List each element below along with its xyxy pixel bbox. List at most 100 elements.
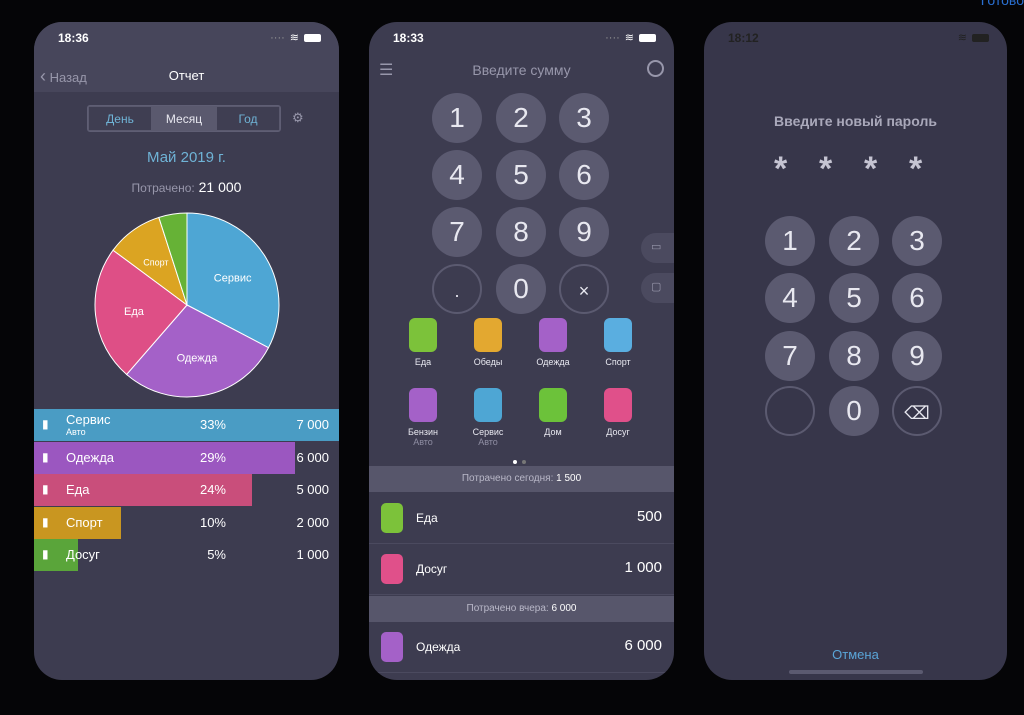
category-row[interactable]: ▮ Сервис Авто 33% 7 000: [34, 409, 339, 441]
category-label: Спорт: [66, 514, 103, 530]
food-icon: ▮: [42, 482, 49, 496]
cancel-button[interactable]: Отмена: [704, 647, 1007, 662]
key-6[interactable]: 6: [559, 150, 609, 200]
key-7[interactable]: 7: [765, 331, 815, 381]
category-label: Спорт: [605, 357, 631, 367]
expense-row[interactable]: Досуг 1 000: [369, 544, 674, 595]
key-2[interactable]: 2: [496, 93, 546, 143]
key-5[interactable]: 5: [496, 150, 546, 200]
page-dot[interactable]: [522, 460, 526, 464]
category-icon: [381, 632, 403, 662]
key-7[interactable]: 7: [432, 207, 482, 257]
category-6[interactable]: Дом: [521, 388, 585, 437]
expense-label: Одежда: [416, 640, 461, 654]
gear-icon[interactable]: ⚙: [292, 110, 304, 126]
key-5[interactable]: 5: [829, 273, 879, 323]
key-8[interactable]: 8: [829, 331, 879, 381]
category-icon: [381, 503, 403, 533]
tab-day[interactable]: День: [89, 107, 151, 130]
today-header: Потрачено сегодня: 1 500: [369, 466, 674, 492]
category-sub: Авто: [413, 437, 433, 447]
passcode-dot: *: [774, 150, 788, 188]
pie-label: Спорт: [143, 258, 168, 268]
key-×[interactable]: ×: [559, 264, 609, 314]
dumbbell-icon: ▮: [42, 514, 49, 529]
expense-row[interactable]: Одежда 6 000: [369, 622, 674, 673]
battery-icon: [639, 33, 656, 42]
category-percent: 24%: [199, 482, 226, 497]
category-label: Досуг: [66, 547, 100, 562]
expense-label: Еда: [416, 511, 438, 525]
category-1[interactable]: Обеды: [456, 318, 520, 367]
expense-amount: 6 000: [624, 637, 662, 654]
category-row[interactable]: ▮ Еда 24% 5 000: [34, 474, 339, 506]
key-4[interactable]: 4: [765, 273, 815, 323]
key-2[interactable]: 2: [829, 216, 879, 266]
status-time: 18:36: [58, 31, 89, 45]
tab-month[interactable]: Месяц: [153, 107, 215, 130]
bowling-icon: ▮: [42, 547, 49, 561]
page-dot-active[interactable]: [513, 460, 517, 464]
category-2[interactable]: Одежда: [521, 318, 585, 367]
category-icon: [409, 388, 437, 422]
category-percent: 29%: [199, 449, 226, 465]
key-1[interactable]: 1: [765, 216, 815, 266]
done-button-partial[interactable]: Готово: [981, 0, 1024, 8]
category-label: Сервис: [472, 427, 504, 437]
key-9[interactable]: 9: [892, 331, 942, 381]
category-percent: 33%: [199, 417, 226, 432]
expense-label: Досуг: [416, 562, 448, 576]
tab-year[interactable]: Год: [217, 107, 279, 130]
category-sub: Авто: [478, 437, 498, 447]
yesterday-label: Потрачено вчера:: [466, 603, 549, 614]
expense-row[interactable]: Еда 500: [369, 493, 674, 544]
key-9[interactable]: 9: [559, 207, 609, 257]
key-8[interactable]: 8: [496, 207, 546, 257]
comment-side-button[interactable]: ▢: [641, 273, 674, 303]
pie-label: Сервис: [214, 272, 252, 284]
expense-amount: 1 000: [624, 559, 662, 576]
passcode-dot: *: [909, 150, 923, 188]
key-1[interactable]: 1: [432, 93, 482, 143]
category-4[interactable]: Бензин Авто: [391, 388, 455, 447]
pie-chart-icon[interactable]: [647, 60, 664, 77]
passcode-dot: *: [819, 150, 833, 188]
category-7[interactable]: Досуг: [586, 388, 650, 437]
category-amount: 1 000: [296, 547, 329, 562]
spent-value: 21 000: [198, 179, 242, 195]
category-0[interactable]: Еда: [391, 318, 455, 367]
category-row[interactable]: ▮ Спорт 10% 2 000: [34, 506, 339, 539]
category-label: Сервис Авто: [66, 412, 111, 437]
home-indicator: [789, 670, 923, 674]
key-3[interactable]: 3: [559, 93, 609, 143]
category-percent: 5%: [207, 547, 226, 562]
pie-chart: Сервис Одежда Еда Спорт: [94, 212, 280, 398]
key-0[interactable]: 0: [829, 386, 879, 436]
key-.[interactable]: .: [432, 264, 482, 314]
page-title: Отчет: [168, 68, 205, 83]
key-0[interactable]: 0: [496, 264, 546, 314]
status-time: 18:12: [728, 31, 759, 45]
category-3[interactable]: Спорт: [586, 318, 650, 367]
category-icon: [604, 388, 632, 422]
category-icon: [539, 318, 567, 352]
category-row[interactable]: ▮ Одежда 29% 6 000: [34, 441, 339, 474]
category-label: Одежда: [66, 449, 115, 465]
key-3[interactable]: 3: [892, 216, 942, 266]
key-⌫[interactable]: ⌫: [892, 386, 942, 436]
calendar-side-button[interactable]: ▭: [641, 233, 674, 263]
key-6[interactable]: 6: [892, 273, 942, 323]
wifi-icon: ≋: [624, 32, 634, 44]
category-amount: 7 000: [296, 417, 329, 432]
category-5[interactable]: Сервис Авто: [456, 388, 520, 447]
category-row[interactable]: ▮ Досуг 5% 1 000: [34, 539, 339, 571]
expense-amount: 500: [636, 508, 662, 525]
category-icon: [381, 554, 403, 584]
yesterday-header: Потрачено вчера: 6 000: [369, 596, 674, 622]
category-label: Еда: [66, 482, 90, 497]
report-screen: 18:36 ···· ≋ ‹ Назад Отчет День Месяц Год…: [34, 22, 339, 680]
key-blank[interactable]: [765, 386, 815, 436]
spent-label: Потрачено:: [131, 181, 195, 195]
period-tabs: День Месяц Год: [87, 105, 281, 132]
key-4[interactable]: 4: [432, 150, 482, 200]
